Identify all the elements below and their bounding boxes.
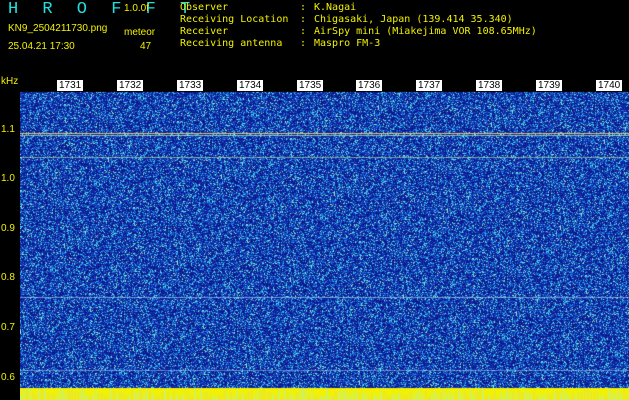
spectrogram-canvas bbox=[20, 78, 629, 400]
info-value: Chigasaki, Japan (139.414 35.340) bbox=[314, 14, 513, 25]
x-tick-label: 1731 bbox=[57, 80, 84, 91]
app-title: H R O F F T bbox=[8, 0, 198, 19]
x-tick-label: 1737 bbox=[416, 80, 443, 91]
y-tick-label: 0.8 bbox=[1, 272, 15, 283]
info-colon: : bbox=[300, 38, 307, 49]
info-colon: : bbox=[300, 26, 307, 37]
timestamp: 25.04.21 17:30 bbox=[8, 41, 75, 52]
file-name: KN9_2504211730.png bbox=[8, 23, 108, 34]
meteor-count: 47 bbox=[140, 41, 152, 52]
info-value: Maspro FM-3 bbox=[314, 38, 381, 49]
info-key: Observer bbox=[180, 2, 229, 13]
info-key: Receiving Location bbox=[180, 14, 289, 25]
y-tick-label: 0.9 bbox=[1, 223, 15, 234]
y-tick-label: 1.0 bbox=[1, 173, 15, 184]
x-tick-label: 1740 bbox=[596, 80, 623, 91]
x-tick-label: 1736 bbox=[356, 80, 383, 91]
info-key: Receiving antenna bbox=[180, 38, 283, 49]
x-tick-label: 1732 bbox=[117, 80, 144, 91]
x-tick-label: 1738 bbox=[476, 80, 503, 91]
info-colon: : bbox=[300, 2, 307, 13]
info-observer: Observer: K.Nagai bbox=[180, 2, 356, 14]
header-panel: H R O F F T 1.0.0f KN9_2504211730.png 25… bbox=[0, 0, 629, 78]
x-tick-label: 1739 bbox=[536, 80, 563, 91]
info-value: AirSpy mini (Miakejima VOR 108.65MHz) bbox=[314, 26, 537, 37]
info-key: Receiver bbox=[180, 26, 229, 37]
meteor-label: meteor bbox=[124, 27, 156, 38]
info-antenna: Receiving antenna: Maspro FM-3 bbox=[180, 38, 380, 50]
info-location: Receiving Location: Chigasaki, Japan (139… bbox=[180, 14, 513, 26]
info-receiver: Receiver: AirSpy mini (Miakejima VOR 108.… bbox=[180, 26, 537, 38]
y-tick-label: 1.1 bbox=[1, 124, 15, 135]
info-colon: : bbox=[300, 14, 307, 25]
y-tick-label: 0.6 bbox=[1, 372, 15, 383]
info-value: K.Nagai bbox=[314, 2, 357, 13]
x-tick-label: 1733 bbox=[177, 80, 204, 91]
app-version: 1.0.0f bbox=[124, 3, 150, 14]
x-tick-label: 1735 bbox=[297, 80, 324, 91]
y-axis-unit: kHz bbox=[1, 76, 19, 87]
x-tick-label: 1734 bbox=[237, 80, 264, 91]
y-tick-label: 0.7 bbox=[1, 322, 15, 333]
